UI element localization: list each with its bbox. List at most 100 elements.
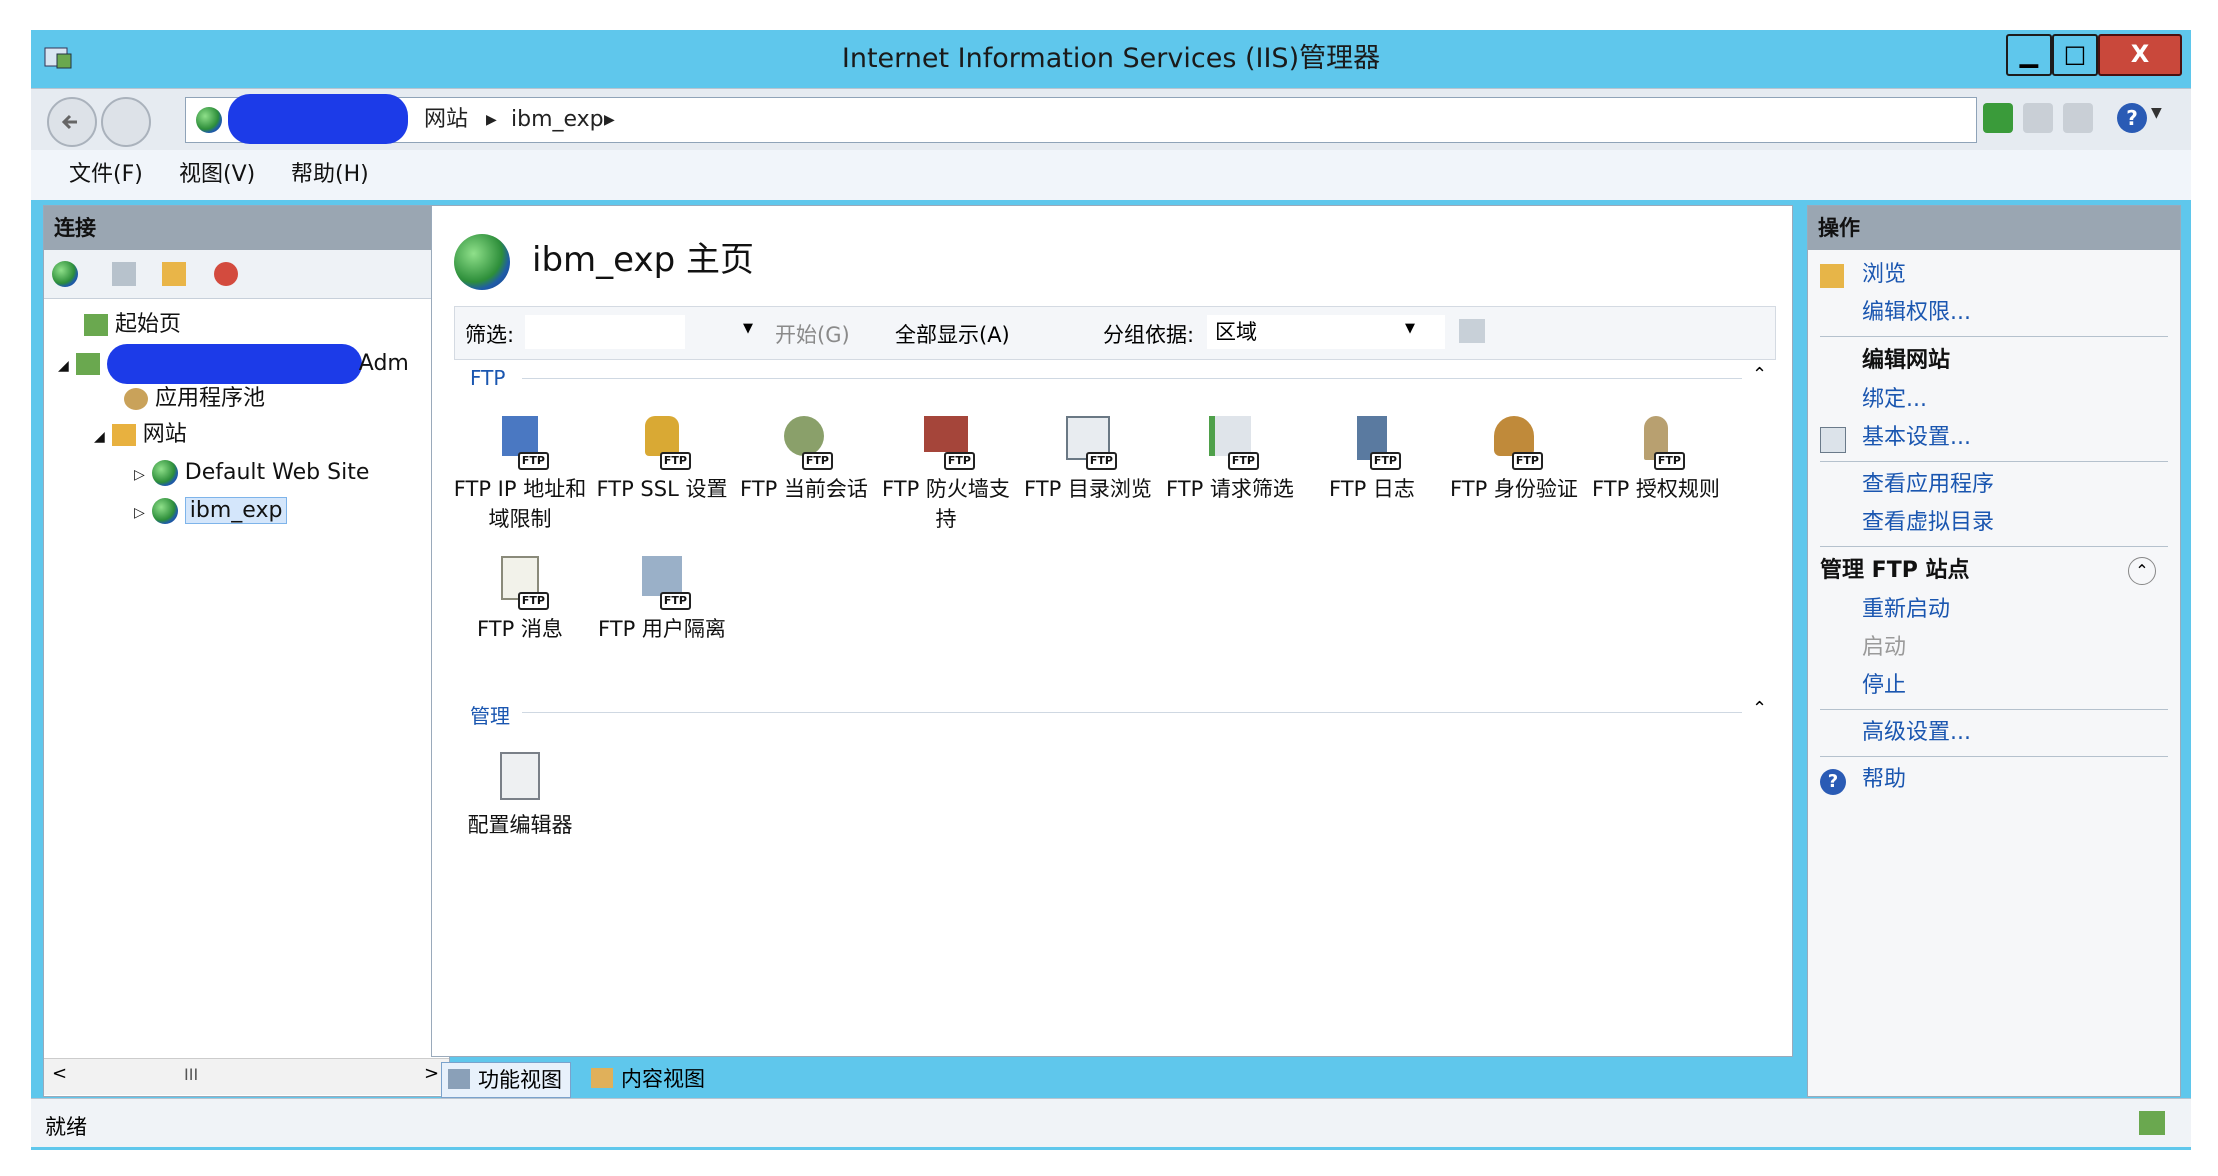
chevron-right-icon[interactable]: ▶ — [486, 98, 497, 142]
tree-sites[interactable]: ◢ 网站 — [94, 418, 187, 454]
tree-start-page[interactable]: 起始页 — [84, 308, 181, 342]
directory-icon: FTP — [1061, 416, 1117, 470]
connections-header: 连接 — [44, 206, 449, 250]
action-stop[interactable]: 停止 — [1862, 667, 2168, 705]
action-advanced-settings[interactable]: 高级设置... — [1862, 714, 2168, 752]
feature-ftp-ip-restrictions[interactable]: FTP FTP IP 地址和域限制 — [450, 416, 590, 534]
action-view-virtual-dirs[interactable]: 查看虚拟目录 — [1862, 504, 2168, 542]
feature-ftp-ssl[interactable]: FTP FTP SSL 设置 — [592, 416, 732, 504]
address-bar: 网站 ▶ ibm_exp ▶ ? ▼ — [31, 88, 2191, 151]
feature-ftp-auth[interactable]: FTP FTP 身份验证 — [1444, 416, 1584, 504]
feature-ftp-sessions[interactable]: FTP FTP 当前会话 — [734, 416, 874, 504]
action-browse[interactable]: 浏览 — [1862, 256, 2168, 294]
app-pool-icon — [124, 388, 148, 410]
actions-pane: 操作 浏览 编辑权限... 编辑网站 绑定... 基本设置... 查看应用程序 … — [1807, 205, 2181, 1097]
auth-icon: FTP — [1487, 416, 1543, 470]
home-icon[interactable] — [2063, 103, 2093, 133]
filter-input[interactable] — [525, 315, 685, 349]
action-edit-permissions[interactable]: 编辑权限... — [1862, 294, 2168, 332]
status-bar: 就绪 — [31, 1098, 2191, 1147]
back-button[interactable] — [47, 97, 97, 147]
address-box[interactable]: 网站 ▶ ibm_exp ▶ — [185, 94, 1977, 144]
action-bindings[interactable]: 绑定... — [1862, 381, 2168, 419]
feature-config-editor[interactable]: 配置编辑器 — [450, 752, 590, 840]
manage-ftp-header: 管理 FTP 站点 — [1820, 558, 1970, 583]
action-basic-settings[interactable]: 基本设置... — [1862, 419, 2168, 457]
log-icon: FTP — [1345, 416, 1401, 470]
action-help[interactable]: 帮助 — [1862, 761, 2168, 799]
collapse-section-icon[interactable]: ⌃ — [2128, 557, 2156, 585]
config-editor-icon — [493, 752, 547, 806]
action-restart[interactable]: 重新启动 — [1862, 591, 2168, 629]
disconnect-icon[interactable] — [214, 262, 238, 286]
feature-ftp-log[interactable]: FTP FTP 日志 — [1302, 416, 1442, 504]
chevron-right-icon[interactable]: ▶ — [604, 98, 615, 142]
scroll-left-icon[interactable]: < — [52, 1063, 67, 1084]
tree-server[interactable]: ◢ Adm — [58, 344, 409, 384]
divider — [1820, 709, 2168, 710]
divider — [522, 712, 1742, 713]
menu-file[interactable]: 文件(F) — [69, 150, 143, 200]
expand-arrow-icon[interactable]: ◢ — [94, 429, 105, 445]
features-pane: ibm_exp 主页 筛选: ▼ 开始(G) 全部显示(A) 分组依据: 区域 … — [431, 205, 1793, 1057]
chevron-down-icon[interactable]: ▼ — [1405, 321, 1415, 336]
features-view-icon — [448, 1069, 470, 1089]
page-title: ibm_exp 主页 — [532, 240, 754, 280]
collapse-ftp-icon[interactable]: ⌃ — [1752, 364, 1767, 385]
collapse-management-icon[interactable]: ⌃ — [1752, 698, 1767, 719]
forward-button[interactable] — [101, 97, 151, 147]
chevron-down-icon[interactable]: ▼ — [2151, 105, 2162, 121]
feature-ftp-request-filter[interactable]: FTP FTP 请求筛选 — [1160, 416, 1300, 504]
scroll-thumb[interactable]: III — [184, 1065, 198, 1084]
tree-ibm-exp[interactable]: ▷ ibm_exp — [134, 494, 288, 530]
filter-label: 筛选: — [465, 323, 515, 347]
tab-features-view[interactable]: 功能视图 — [441, 1062, 571, 1098]
site-globe-icon — [454, 234, 510, 290]
maximize-button[interactable]: □ — [2052, 34, 2098, 76]
redacted-server-name — [228, 94, 408, 144]
group-ftp-header: FTP — [470, 366, 506, 390]
connect-icon[interactable] — [52, 261, 78, 287]
edit-site-header: 编辑网站 — [1862, 348, 1951, 373]
scroll-right-icon[interactable]: > — [424, 1063, 439, 1084]
tree-app-pools[interactable]: 应用程序池 — [124, 382, 265, 416]
breadcrumb-sites[interactable]: 网站 — [424, 98, 468, 142]
globe-icon — [196, 107, 222, 133]
show-all-button[interactable]: 全部显示(A) — [895, 319, 1010, 349]
help-icon: ? — [1820, 769, 1846, 795]
save-icon[interactable] — [112, 262, 136, 286]
filter-icon: FTP — [1203, 416, 1259, 470]
menu-bar: 文件(F) 视图(V) 帮助(H) — [31, 150, 2191, 200]
feature-ftp-user-isolation[interactable]: FTP FTP 用户隔离 — [592, 556, 732, 644]
help-icon[interactable]: ? — [2117, 103, 2147, 133]
minimize-button[interactable]: ▁ — [2006, 34, 2052, 76]
collapse-arrow-icon[interactable]: ▷ — [134, 505, 145, 521]
up-folder-icon[interactable] — [162, 262, 186, 286]
collapse-arrow-icon[interactable]: ▷ — [134, 467, 145, 483]
horizontal-scrollbar[interactable]: < III > — [44, 1058, 449, 1095]
refresh-icon[interactable] — [1983, 103, 2013, 133]
filter-toolbar: 筛选: ▼ 开始(G) 全部显示(A) 分组依据: 区域 ▼ — [454, 306, 1776, 360]
close-button[interactable]: X — [2098, 34, 2182, 76]
chevron-down-icon[interactable]: ▼ — [743, 321, 753, 336]
tree-default-web-site[interactable]: ▷ Default Web Site — [134, 456, 369, 492]
feature-ftp-firewall[interactable]: FTP FTP 防火墙支持 — [876, 416, 1016, 534]
feature-ftp-dir-browse[interactable]: FTP FTP 目录浏览 — [1018, 416, 1158, 504]
window-title: Internet Information Services (IIS)管理器 — [841, 43, 1381, 74]
divider — [1820, 461, 2168, 462]
actions-header: 操作 — [1808, 206, 2180, 250]
expand-arrow-icon[interactable]: ◢ — [58, 358, 69, 374]
start-button[interactable]: 开始(G) — [775, 319, 850, 349]
browse-icon — [1820, 264, 1844, 288]
breadcrumb-site[interactable]: ibm_exp — [511, 98, 604, 142]
feature-ftp-messages[interactable]: FTP FTP 消息 — [450, 556, 590, 644]
message-icon: FTP — [493, 556, 549, 610]
tab-content-view[interactable]: 内容视图 — [587, 1062, 705, 1096]
menu-help[interactable]: 帮助(H) — [291, 150, 369, 200]
feature-ftp-authz-rules[interactable]: FTP FTP 授权规则 — [1586, 416, 1726, 504]
group-by-label: 分组依据: — [1103, 323, 1195, 347]
stop-icon[interactable] — [2023, 103, 2053, 133]
view-mode-icon[interactable] — [1459, 319, 1485, 343]
action-view-applications[interactable]: 查看应用程序 — [1862, 466, 2168, 504]
menu-view[interactable]: 视图(V) — [179, 150, 255, 200]
